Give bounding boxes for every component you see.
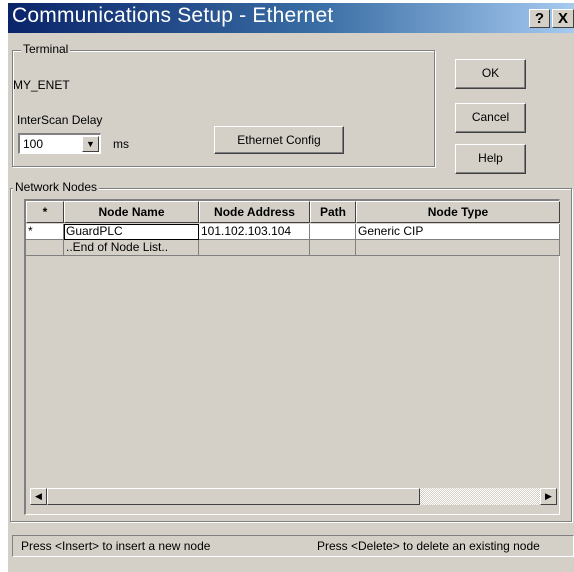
path-cell[interactable]: [310, 224, 356, 240]
help-button[interactable]: Help: [455, 144, 526, 174]
column-header-marker[interactable]: *: [26, 201, 64, 223]
node-address-cell[interactable]: 101.102.103.104: [199, 224, 310, 240]
interscan-delay-value: 100: [23, 137, 44, 151]
terminal-name: MY_ENET: [13, 78, 70, 92]
row-marker: *: [26, 224, 64, 240]
close-icon: X: [557, 10, 568, 27]
node-grid: * Node Name Node Address Path Node Type …: [24, 199, 560, 515]
communications-setup-dialog: Communications Setup - Ethernet ? X Term…: [8, 3, 574, 572]
node-address-cell[interactable]: [199, 240, 310, 256]
column-header-path[interactable]: Path: [310, 201, 356, 223]
ok-button[interactable]: OK: [455, 59, 526, 89]
context-help-button[interactable]: ?: [529, 9, 550, 28]
column-header-node-name[interactable]: Node Name: [64, 201, 199, 223]
column-header-node-address[interactable]: Node Address: [199, 201, 310, 223]
node-type-cell[interactable]: Generic CIP: [356, 224, 560, 240]
insert-hint: Press <Insert> to insert a new node: [21, 539, 211, 553]
arrow-right-icon[interactable]: ▶: [540, 488, 557, 505]
cancel-button[interactable]: Cancel: [455, 103, 526, 133]
terminal-group: Terminal MY_ENET InterScan Delay 100 ▼ m…: [12, 42, 435, 167]
column-header-node-type[interactable]: Node Type: [356, 201, 560, 223]
node-type-cell[interactable]: [356, 240, 560, 256]
question-mark-icon: ?: [534, 10, 545, 27]
terminal-group-label: Terminal: [21, 42, 71, 56]
network-nodes-group-label: Network Nodes: [13, 180, 100, 194]
horizontal-scrollbar[interactable]: ◀ ▶: [30, 488, 557, 505]
row-marker: [26, 240, 64, 256]
path-cell[interactable]: [310, 240, 356, 256]
window-title: Communications Setup - Ethernet: [12, 4, 334, 27]
interscan-delay-label: InterScan Delay: [17, 113, 103, 127]
delete-hint: Press <Delete> to delete an existing nod…: [317, 539, 540, 553]
arrow-left-icon[interactable]: ◀: [30, 488, 47, 505]
scrollbar-thumb[interactable]: [47, 488, 420, 505]
status-bar: Press <Insert> to insert a new node Pres…: [12, 535, 574, 557]
close-button[interactable]: X: [552, 9, 574, 28]
ethernet-config-button[interactable]: Ethernet Config: [214, 126, 344, 154]
interscan-unit-label: ms: [113, 137, 129, 151]
chevron-down-icon[interactable]: ▼: [82, 136, 99, 152]
node-name-cell[interactable]: ..End of Node List..: [64, 240, 199, 256]
node-name-cell[interactable]: GuardPLC: [64, 224, 199, 240]
title-bar: Communications Setup - Ethernet ? X: [8, 3, 574, 33]
interscan-delay-select[interactable]: 100 ▼: [18, 133, 101, 154]
